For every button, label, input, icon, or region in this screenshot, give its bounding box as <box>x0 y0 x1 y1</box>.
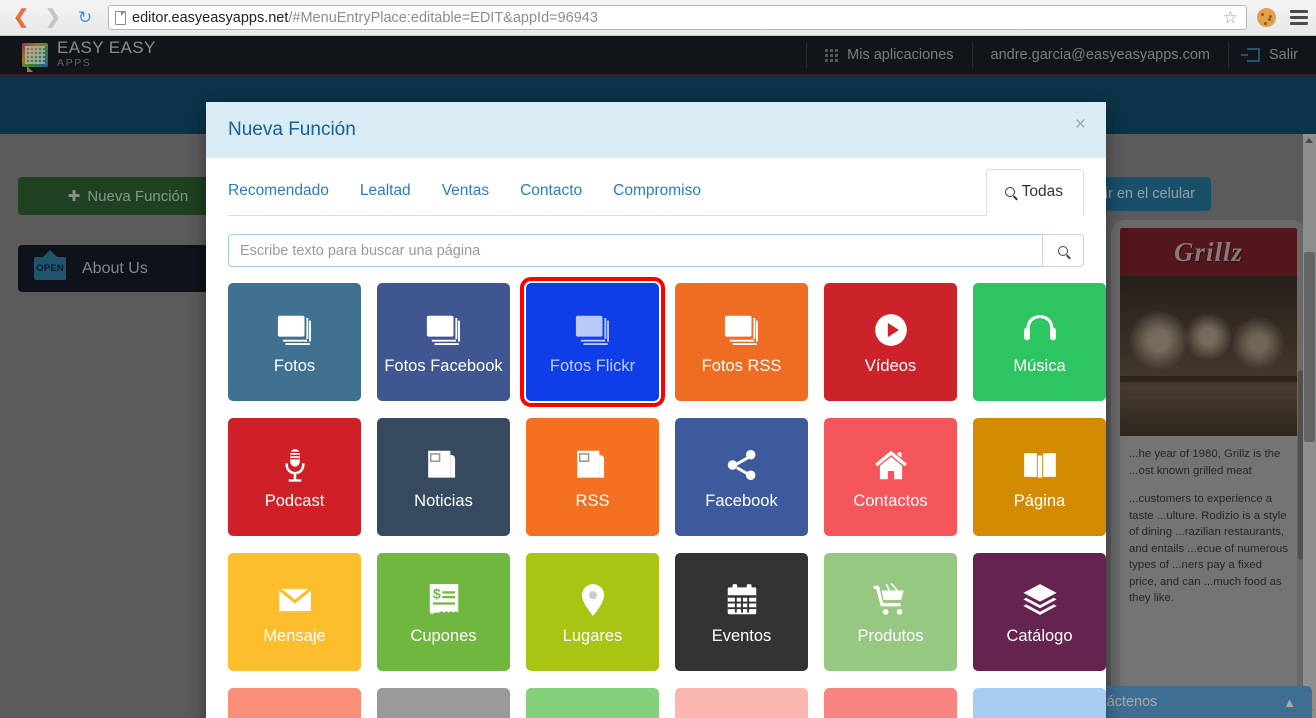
function-tile-eventos[interactable]: Eventos <box>675 553 808 671</box>
layers-icon <box>1021 578 1059 622</box>
function-tile-fotos-facebook[interactable]: Fotos Facebook <box>377 283 510 401</box>
map-pin-icon <box>872 713 910 718</box>
tab-lealtad[interactable]: Lealtad <box>360 182 411 215</box>
function-tile-noticias[interactable]: Noticias <box>377 418 510 536</box>
function-tile-label: Catálogo <box>1002 626 1076 646</box>
function-tile-label: Facebook <box>701 491 781 511</box>
function-tile-grid: Fotos Fotos Facebook Fotos Flickr Fotos RSS… <box>228 283 1084 718</box>
microphone-icon <box>276 443 314 487</box>
play-circle-icon <box>872 308 910 352</box>
photos-stack-icon <box>723 308 761 352</box>
function-tile-label: Contactos <box>849 491 931 511</box>
app-root: EASY EASY APPS Mis aplicaciones andre.ga… <box>0 36 1316 718</box>
shopping-cart-icon <box>872 578 910 622</box>
function-tile-label: Vídeos <box>861 356 920 376</box>
function-tile-mensaje[interactable]: Mensaje <box>228 553 361 671</box>
search-icon <box>1058 246 1068 256</box>
modal-title: Nueva Función <box>228 119 356 141</box>
function-tile-label: Lugares <box>559 626 627 646</box>
svg-text:$: $ <box>432 586 440 602</box>
photos-stack-icon <box>574 308 612 352</box>
function-tile-19[interactable]: </>HTML <box>377 688 510 718</box>
hamburger-menu-icon[interactable] <box>1290 7 1308 28</box>
function-tile-facebook[interactable]: Facebook <box>675 418 808 536</box>
open-book-icon <box>1021 443 1059 487</box>
tab-compromiso[interactable]: Compromiso <box>613 182 701 215</box>
function-tile-label: Podcast <box>261 491 329 511</box>
function-tile-lista[interactable]: Lista <box>824 688 957 718</box>
calendar-icon <box>723 578 761 622</box>
page-info-icon <box>115 11 126 25</box>
share-nodes-icon <box>723 443 761 487</box>
url-text: editor.easyeasyapps.net/#MenuEntryPlace:… <box>132 10 598 26</box>
envelope-icon <box>276 578 314 622</box>
search-input[interactable] <box>228 234 1042 267</box>
browser-toolbar: ❮ ❯ ↻ editor.easyeasyapps.net/#MenuEntry… <box>0 0 1316 36</box>
function-tile-label: RSS <box>572 491 614 511</box>
function-tile-label: Eventos <box>708 626 776 646</box>
url-bar[interactable]: editor.easyeasyapps.net/#MenuEntryPlace:… <box>108 5 1247 30</box>
function-tile-label: Cupones <box>406 626 480 646</box>
home-icon <box>872 443 910 487</box>
function-tile-label: Página <box>1010 491 1069 511</box>
function-tile-label: Fotos RSS <box>698 356 786 376</box>
tab-recomendado[interactable]: Recomendado <box>228 182 329 215</box>
function-tile-podcast[interactable]: Podcast <box>228 418 361 536</box>
function-tile-label: Noticias <box>410 491 477 511</box>
tab-ventas[interactable]: Ventas <box>442 182 489 215</box>
function-tile-v-deos[interactable]: Vídeos <box>824 283 957 401</box>
search-button[interactable] <box>1042 234 1084 267</box>
star-icon[interactable]: ☆ <box>1223 8 1240 28</box>
function-tile-compa[interactable]: Compa <box>973 688 1106 718</box>
function-tile-rss[interactable]: RSS <box>526 418 659 536</box>
function-tile-label: Fotos Facebook <box>380 356 506 376</box>
tab-todas[interactable]: Todas <box>986 169 1084 216</box>
function-tile-contactos[interactable]: Contactos <box>824 418 957 536</box>
headphones-icon <box>1021 308 1059 352</box>
function-tile-p-gina[interactable]: Página <box>973 418 1106 536</box>
close-icon[interactable]: × <box>1075 114 1086 136</box>
photos-stack-icon <box>425 308 463 352</box>
tab-contacto[interactable]: Contacto <box>520 182 582 215</box>
function-tile-cat-logo[interactable]: Catálogo <box>973 553 1106 671</box>
back-button[interactable]: ❮ <box>8 5 34 31</box>
newspaper-icon <box>574 443 612 487</box>
function-tile-fotos-rss[interactable]: Fotos RSS <box>675 283 808 401</box>
function-tile-label: Música <box>1009 356 1069 376</box>
cookie-icon[interactable] <box>1257 8 1276 27</box>
modal-body: Recomendado Lealtad Ventas Contacto Comp… <box>206 158 1106 718</box>
function-tile-fotos[interactable]: Fotos <box>228 283 361 401</box>
category-tabs: Recomendado Lealtad Ventas Contacto Comp… <box>228 158 1084 216</box>
search-icon <box>1005 187 1015 197</box>
coupon-receipt-icon: $ <box>425 578 463 622</box>
function-tile-label: Fotos Flickr <box>546 356 639 376</box>
modal-header: Nueva Función × <box>206 102 1106 158</box>
new-function-modal: Nueva Función × Recomendado Lealtad Vent… <box>206 102 1106 718</box>
function-tile-cupones[interactable]: $ Cupones <box>377 553 510 671</box>
function-tile-m-sica[interactable]: Música <box>973 283 1106 401</box>
function-tile-21[interactable] <box>675 688 808 718</box>
url-domain: editor.easyeasyapps.net <box>132 10 288 26</box>
reload-icon[interactable]: ↻ <box>72 5 98 31</box>
function-tile-fotos-flickr[interactable]: Fotos Flickr <box>526 283 659 401</box>
function-tile-lugares[interactable]: Lugares <box>526 553 659 671</box>
forward-button[interactable]: ❯ <box>40 5 66 31</box>
url-path: /#MenuEntryPlace:editable=EDIT&appId=969… <box>288 10 598 26</box>
map-pin-icon <box>574 578 612 622</box>
share-nodes-icon <box>1021 713 1059 718</box>
function-tile-label: Fotos <box>270 356 319 376</box>
function-tile-18[interactable] <box>228 688 361 718</box>
function-tile-label: Produtos <box>853 626 927 646</box>
tab-todas-label: Todas <box>1022 183 1063 201</box>
function-tile-20[interactable]: 1 <box>526 688 659 718</box>
function-tile-produtos[interactable]: Produtos <box>824 553 957 671</box>
newspaper-icon <box>425 443 463 487</box>
function-tile-label: Mensaje <box>259 626 329 646</box>
photos-stack-icon <box>276 308 314 352</box>
search-row <box>228 234 1084 267</box>
